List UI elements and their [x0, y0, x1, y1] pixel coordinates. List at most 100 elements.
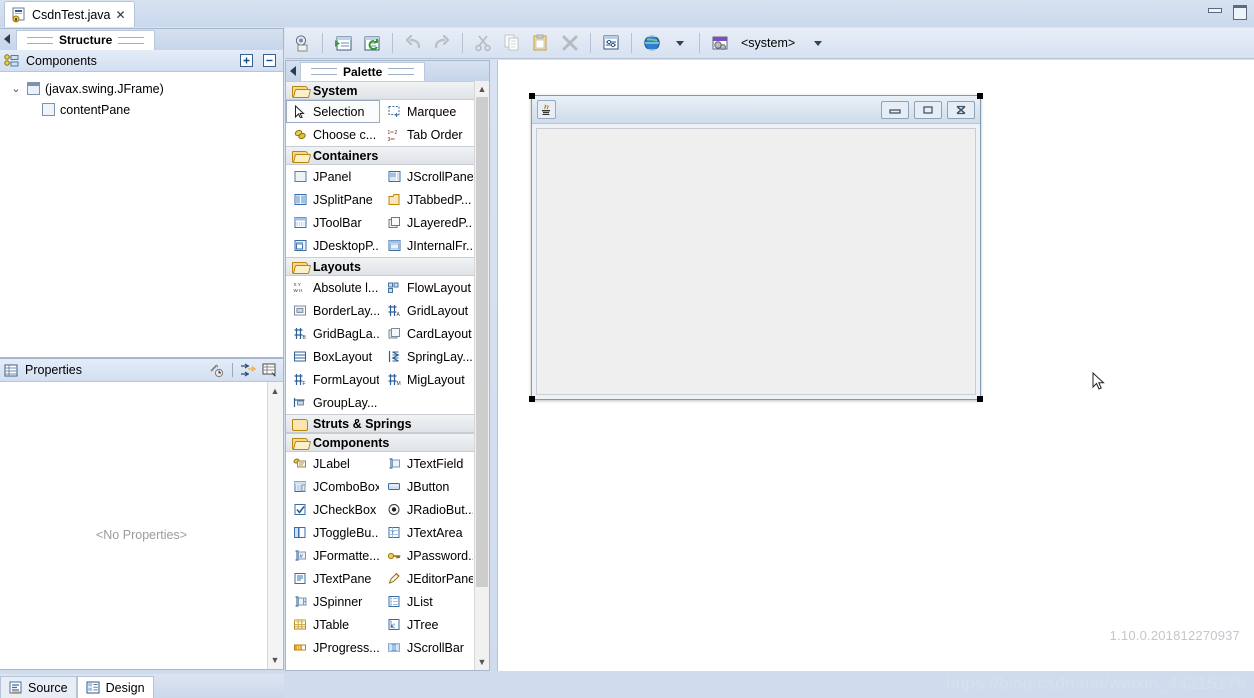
collapse-left-icon[interactable] [4, 34, 10, 44]
palette-item-jtogglebu[interactable]: JToggleBu... [286, 521, 380, 544]
undo-button[interactable] [400, 31, 426, 55]
maximize-button[interactable] [1233, 4, 1247, 20]
palette-category-containers[interactable]: Containers [286, 146, 474, 165]
jscrollbar-icon [387, 641, 402, 655]
palette-item-miglayout[interactable]: M MigLayout [380, 368, 474, 391]
look-and-feel-label: <system> [741, 36, 796, 50]
jframe-minimize-button[interactable] [881, 100, 909, 119]
locale-dropdown-arrow[interactable] [668, 40, 692, 46]
palette-item-absolute-l[interactable]: X YW H Absolute l... [286, 276, 380, 299]
advanced-properties-icon[interactable] [239, 363, 256, 378]
palette-item-jtextpane[interactable]: JTextPane [286, 567, 380, 590]
palette-item-jinternalfr[interactable]: JInternalFr... [380, 234, 474, 257]
palette-item-jeditorpane[interactable]: JEditorPane [380, 567, 474, 590]
palette-item-label: JProgress... [313, 640, 380, 655]
palette-item-formlayout[interactable]: F FormLayout [286, 368, 380, 391]
jframe-contentpane[interactable] [536, 128, 976, 395]
palette-item-jtree[interactable]: JTree [380, 613, 474, 636]
palette-item-jlist[interactable]: JList [380, 590, 474, 613]
palette-item-jbutton[interactable]: JButton [380, 475, 474, 498]
palette-item-selection[interactable]: Selection [286, 100, 380, 123]
chevron-down-icon [676, 40, 684, 46]
palette-item-flowlayout[interactable]: FlowLayout [380, 276, 474, 299]
properties-scrollbar[interactable]: ▲ ▼ [267, 382, 283, 669]
palette-item-gridlayout[interactable]: A GridLayout [380, 299, 474, 322]
palette-category-components[interactable]: Components [286, 433, 474, 452]
palette-item-jtable[interactable]: JTable [286, 613, 380, 636]
tree-row-jframe[interactable]: ⌄ (javax.swing.JFrame) [0, 78, 283, 99]
refresh-button[interactable] [359, 31, 385, 55]
palette-item-jprogress[interactable]: JProgress... [286, 636, 380, 659]
palette-item-jsplitpane[interactable]: JSplitPane [286, 188, 380, 211]
palette-category-system[interactable]: System [286, 81, 474, 100]
palette-item-jtoolbar[interactable]: JToolBar [286, 211, 380, 234]
events-icon[interactable] [262, 363, 279, 378]
restore-default-icon[interactable] [209, 363, 226, 378]
jframe-maximize-button[interactable] [914, 100, 942, 119]
palette-item-jpassword[interactable]: JPassword... [380, 544, 474, 567]
palette-item-cardlayout[interactable]: CardLayout [380, 322, 474, 345]
delete-button[interactable] [557, 31, 583, 55]
copy-button[interactable] [499, 31, 525, 55]
selection-handle-sw[interactable] [529, 396, 535, 402]
palette-item-jlayeredp[interactable]: JLayeredP... [380, 211, 474, 234]
collapse-all-icon[interactable] [262, 53, 279, 68]
palette-item-grouplay[interactable]: GroupLay... [286, 391, 380, 414]
cut-button[interactable] [470, 31, 496, 55]
palette-item-boxlayout[interactable]: BoxLayout [286, 345, 380, 368]
palette-item-jlabel[interactable]: JLabel [286, 452, 380, 475]
scroll-down-arrow-icon[interactable]: ▼ [268, 653, 282, 667]
tab-palette[interactable]: Palette [300, 61, 426, 81]
tab-source[interactable]: Source [0, 676, 77, 698]
palette-scroll-down-icon[interactable]: ▼ [475, 655, 489, 669]
palette-item-gridbagla[interactable]: B GridBagLa... [286, 322, 380, 345]
palette-item-marquee[interactable]: Marquee [380, 100, 474, 123]
jframe-preview[interactable] [529, 93, 983, 402]
locale-dropdown-button[interactable] [639, 31, 665, 55]
design-canvas[interactable]: 1.10.0.201812270937 [497, 60, 1254, 671]
paste-button[interactable] [528, 31, 554, 55]
palette-item-jdesktopp[interactable]: JDesktopP... [286, 234, 380, 257]
palette-item-jtextfield[interactable]: JTextField [380, 452, 474, 475]
editor-tab-csdntest[interactable]: CsdnTest.java ✕ [4, 1, 135, 27]
expand-all-icon[interactable] [239, 53, 256, 68]
palette-item-springlay[interactable]: SpringLay... [380, 345, 474, 368]
palette-scroll-up-icon[interactable]: ▲ [475, 82, 489, 96]
palette-item-choose-c[interactable]: Choose c... [286, 123, 380, 146]
palette-item-jcombobox[interactable]: JComboBox [286, 475, 380, 498]
palette-category-struts-springs[interactable]: Struts & Springs [286, 414, 474, 433]
palette-item-jscrollpane[interactable]: JScrollPane [380, 165, 474, 188]
palette-category-layouts[interactable]: Layouts [286, 257, 474, 276]
tree-row-contentpane[interactable]: contentPane [0, 99, 283, 120]
palette-item-jtabbedp[interactable]: JTabbedP... [380, 188, 474, 211]
palette-item-jpanel[interactable]: JPanel [286, 165, 380, 188]
selection-handle-nw[interactable] [529, 93, 535, 99]
selection-handle-ne[interactable] [977, 93, 983, 99]
palette-item-jcheckbox[interactable]: JCheckBox [286, 498, 380, 521]
tab-structure[interactable]: Structure [16, 29, 156, 50]
look-and-feel-icon-button[interactable] [707, 31, 733, 55]
jsplitpane-icon [293, 193, 308, 207]
open-source-button[interactable] [330, 31, 356, 55]
palette-item-jspinner[interactable]: JSpinner [286, 590, 380, 613]
redo-button[interactable] [429, 31, 455, 55]
properties-button[interactable] [598, 31, 624, 55]
selection-handle-se[interactable] [977, 396, 983, 402]
palette-collapse-icon[interactable] [290, 66, 296, 76]
palette-item-jtextarea[interactable]: T JTextArea [380, 521, 474, 544]
minimize-button[interactable] [1208, 4, 1222, 17]
palette-item-jscrollbar[interactable]: JScrollBar [380, 636, 474, 659]
palette-scroll-thumb[interactable] [476, 97, 488, 587]
palette-item-jformatte[interactable]: # JFormatte... [286, 544, 380, 567]
jframe-close-button[interactable] [947, 100, 975, 119]
scroll-up-arrow-icon[interactable]: ▲ [268, 384, 282, 398]
look-and-feel-dropdown-arrow[interactable] [798, 40, 832, 46]
palette-item-borderlay[interactable]: BorderLay... [286, 299, 380, 322]
palette-item-tab-order[interactable]: 1 2 3 Tab Order [380, 123, 474, 146]
twisty-icon[interactable]: ⌄ [10, 82, 22, 95]
palette-scrollbar[interactable]: ▲ ▼ [474, 81, 489, 670]
tab-design[interactable]: Design [76, 676, 154, 698]
test-button[interactable] [289, 31, 315, 55]
close-icon[interactable]: ✕ [116, 8, 126, 22]
palette-item-jradiobut[interactable]: JRadioBut... [380, 498, 474, 521]
